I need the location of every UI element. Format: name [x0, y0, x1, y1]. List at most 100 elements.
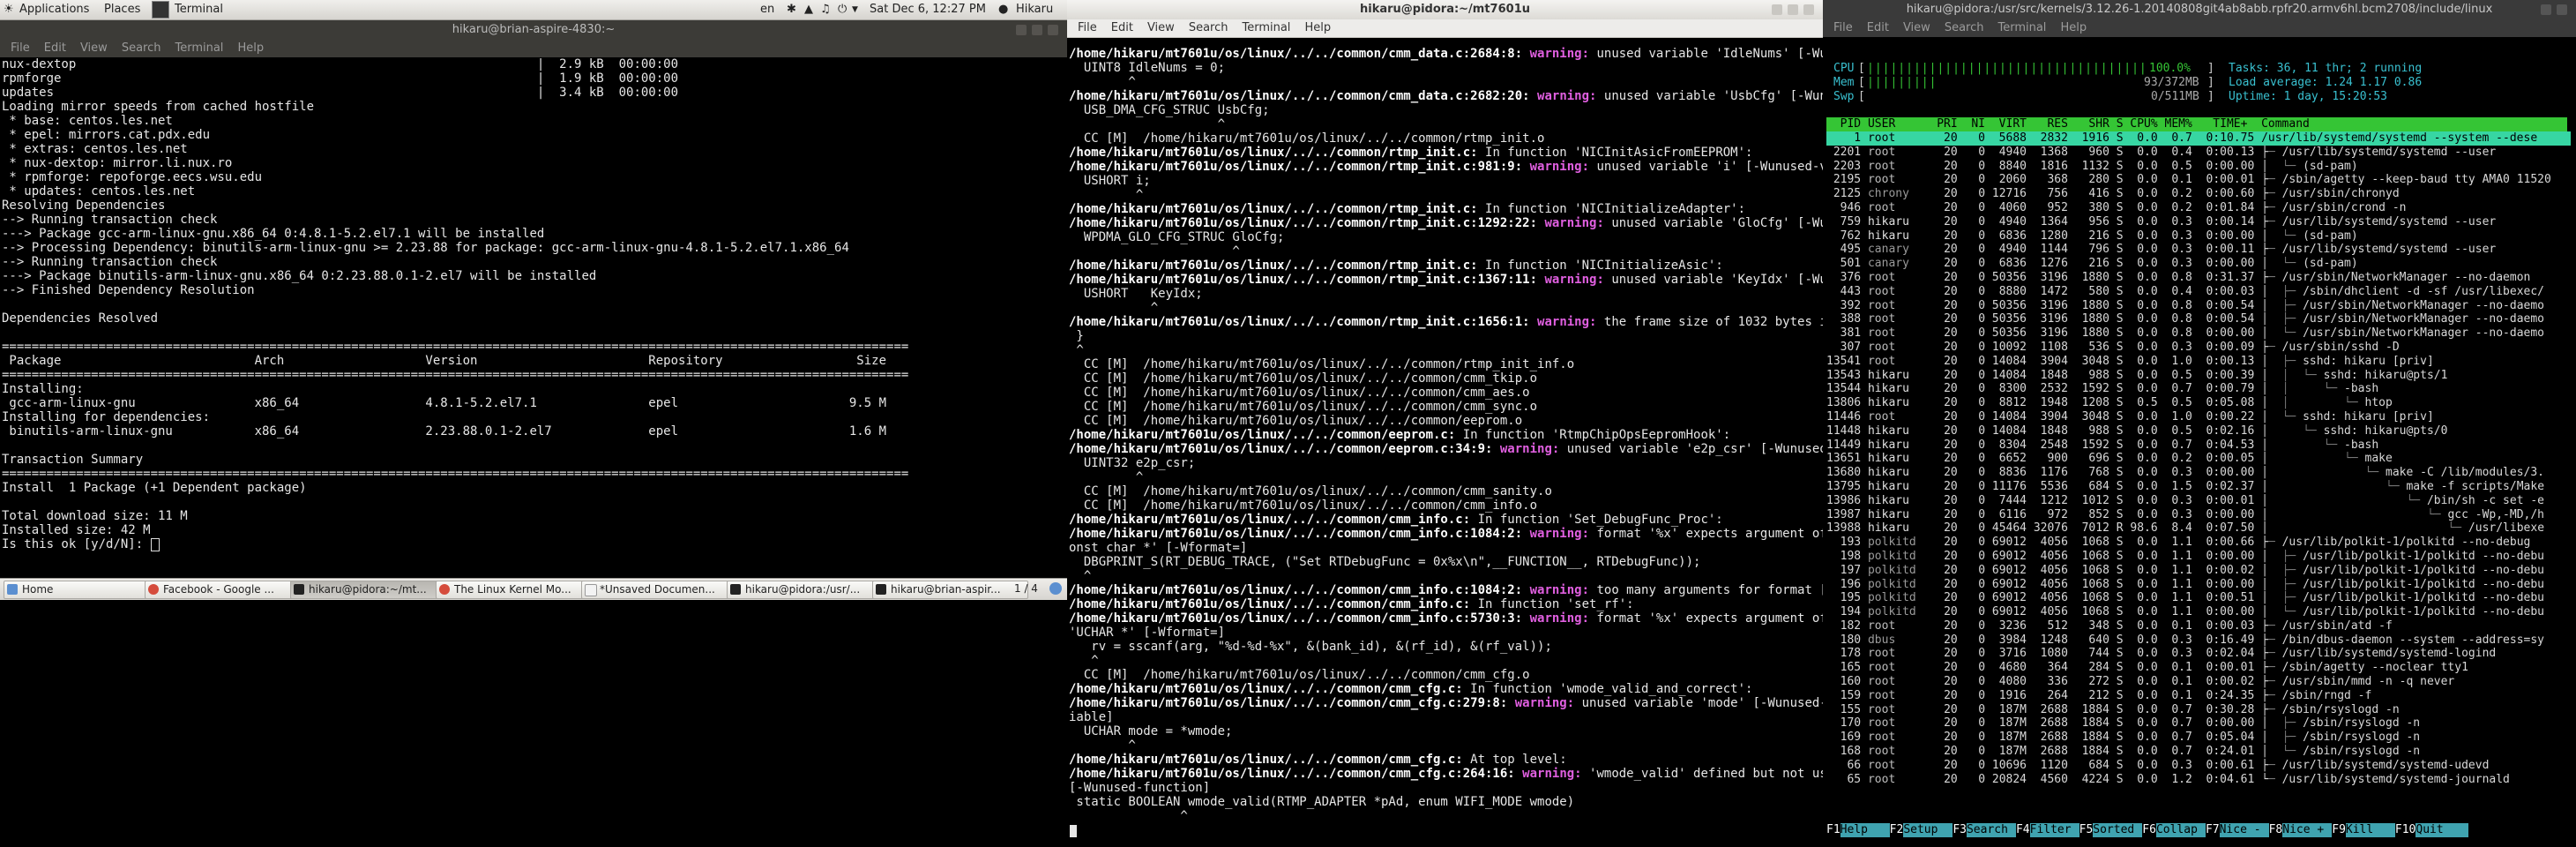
process-row[interactable]: 65 root 20 0 20824 4560 4224 S 0.0 1.2 0… [1826, 773, 2571, 787]
menu-view[interactable]: View [1903, 21, 1930, 34]
process-row[interactable]: 197 polkitd 20 0 69012 4056 1068 S 0.0 1… [1826, 564, 2571, 578]
process-row[interactable]: 195 polkitd 20 0 69012 4056 1068 S 0.0 1… [1826, 591, 2571, 605]
places-menu[interactable]: Places [104, 3, 140, 16]
fkey-f5[interactable]: F5 [2079, 823, 2094, 836]
bluetooth-icon[interactable]: ✱ [787, 3, 796, 16]
process-list[interactable]: 1 root 20 0 5688 2832 1916 S 0.0 0.7 0:1… [1826, 131, 2571, 786]
fkey-label[interactable]: Filter [2029, 823, 2079, 837]
taskbar-item-home[interactable]: Home [4, 581, 155, 599]
process-row[interactable]: 2195 root 20 0 2060 368 280 S 0.0 0.1 0:… [1826, 173, 2571, 187]
process-row[interactable]: 13543 hikaru 20 0 14084 1848 988 S 0.0 0… [1826, 369, 2571, 383]
taskbar-item-terminal-usr[interactable]: hikaru@pidora:/usr/... [727, 581, 883, 599]
terminal-launcher-icon[interactable] [152, 1, 169, 19]
fkey-label[interactable]: Nice - [2219, 823, 2269, 837]
process-row[interactable]: 182 root 20 0 3236 512 348 S 0.0 0.1 0:0… [1826, 619, 2571, 633]
left-window-titlebar[interactable]: hikaru@brian-aspire-4830:~ [0, 20, 1067, 40]
process-row[interactable]: 2203 root 20 0 8840 1816 1132 S 0.0 0.5 … [1826, 160, 2571, 174]
process-row[interactable]: 178 root 20 0 3716 1080 744 S 0.0 0.3 0:… [1826, 647, 2571, 661]
fkey-label[interactable]: Kill [2345, 823, 2395, 837]
menu-edit[interactable]: Edit [1111, 21, 1133, 34]
menu-search[interactable]: Search [122, 41, 161, 55]
menu-terminal[interactable]: Terminal [1997, 21, 2046, 34]
process-row[interactable]: 11446 root 20 0 14084 3904 3048 S 0.0 1.… [1826, 410, 2571, 424]
process-row[interactable]: 13795 hikaru 20 0 11176 5536 684 S 0.0 1… [1826, 480, 2571, 494]
process-row[interactable]: 501 canary 20 0 6836 1276 216 S 0.0 0.3 … [1826, 257, 2571, 271]
volume-icon[interactable]: ♫ [820, 3, 831, 16]
middle-window-titlebar[interactable]: hikaru@pidora:~/mt7601u [1067, 0, 1823, 19]
fkey-label[interactable]: Setup [1903, 823, 1953, 837]
process-row[interactable]: 194 polkitd 20 0 69012 4056 1068 S 0.0 1… [1826, 605, 2571, 619]
process-row[interactable]: 13544 hikaru 20 0 8300 2532 1592 S 0.0 0… [1826, 382, 2571, 396]
fkey-f3[interactable]: F3 [1953, 823, 1967, 836]
applications-menu[interactable]: Applications [19, 3, 89, 16]
close-button[interactable] [1048, 25, 1058, 35]
menu-terminal[interactable]: Terminal [1242, 21, 1290, 34]
menu-search[interactable]: Search [1945, 21, 1984, 34]
right-window-titlebar[interactable]: hikaru@pidora:/usr/src/kernels/3.12.26-1… [1823, 0, 2576, 19]
power-icon[interactable]: ⏻ [838, 3, 847, 16]
process-row[interactable]: 376 root 20 0 50356 3196 1880 S 0.0 0.8 … [1826, 271, 2571, 285]
wifi-icon[interactable]: ▲ [804, 3, 813, 16]
menu-search[interactable]: Search [1189, 21, 1228, 34]
process-row[interactable]: 2125 chrony 20 0 12716 756 416 S 0.0 0.2… [1826, 187, 2571, 201]
menu-file[interactable]: File [1833, 21, 1853, 34]
close-button[interactable] [2557, 4, 2567, 15]
process-row[interactable]: 13986 hikaru 20 0 7444 1212 1012 S 0.0 0… [1826, 494, 2571, 508]
process-row[interactable]: 66 root 20 0 10696 1120 684 S 0.0 0.3 0:… [1826, 759, 2571, 773]
taskbar-item-terminal-brian[interactable]: hikaru@brian-aspir... [872, 581, 1028, 599]
left-terminal-output[interactable]: nux-dextop | 2.9 kB 00:00:00 rpmforge | 1… [0, 57, 1067, 551]
process-row[interactable]: 13987 hikaru 20 0 6116 972 852 S 0.0 0.3… [1826, 508, 2571, 522]
fkey-f4[interactable]: F4 [2016, 823, 2030, 836]
process-row[interactable]: 160 root 20 0 4080 336 272 S 0.0 0.1 0:0… [1826, 675, 2571, 689]
user-icon[interactable]: ● [998, 3, 1008, 16]
menu-help[interactable]: Help [237, 41, 264, 55]
process-row[interactable]: 946 root 20 0 4060 952 380 S 0.0 0.2 0:0… [1826, 201, 2571, 215]
process-row[interactable]: 13680 hikaru 20 0 8836 1176 768 S 0.0 0.… [1826, 466, 2571, 480]
maximize-button[interactable] [1788, 4, 1798, 15]
menu-terminal[interactable]: Terminal [175, 41, 223, 55]
process-row[interactable]: 443 root 20 0 8880 1472 580 S 0.0 0.4 0:… [1826, 285, 2571, 299]
fkey-f9[interactable]: F9 [2332, 823, 2346, 836]
menu-view[interactable]: View [80, 41, 108, 55]
fkey-f10[interactable]: F10 [2395, 823, 2415, 836]
process-row[interactable]: 13988 hikaru 20 0 45464 32076 7012 R 98.… [1826, 521, 2571, 536]
process-row[interactable]: 159 root 20 0 1916 264 212 S 0.0 0.1 0:2… [1826, 689, 2571, 703]
menu-file[interactable]: File [11, 41, 30, 55]
clock[interactable]: Sat Dec 6, 12:27 PM [870, 3, 986, 16]
process-row[interactable]: 193 polkitd 20 0 69012 4056 1068 S 0.0 1… [1826, 536, 2571, 550]
fkey-f2[interactable]: F2 [1890, 823, 1904, 836]
menu-help[interactable]: Help [1304, 21, 1331, 34]
fkey-f8[interactable]: F8 [2269, 823, 2283, 836]
applications-icon[interactable]: ☀ [4, 3, 14, 16]
process-row[interactable]: 11448 hikaru 20 0 14084 1848 988 S 0.0 0… [1826, 424, 2571, 438]
process-table-header[interactable]: PID USER PRI NI VIRT RES SHR S CPU% MEM%… [1826, 117, 2567, 131]
process-row[interactable]: 762 hikaru 20 0 6836 1280 216 S 0.0 0.3 … [1826, 229, 2571, 244]
language-indicator[interactable]: en [760, 3, 774, 16]
process-row[interactable]: 180 dbus 20 0 3984 1248 640 S 0.0 0.3 0:… [1826, 633, 2571, 648]
fkey-label[interactable]: Collap [2155, 823, 2206, 837]
process-row[interactable]: 13651 hikaru 20 0 6652 900 696 S 0.0 0.2… [1826, 452, 2571, 466]
close-button[interactable] [1803, 4, 1814, 15]
fkey-label[interactable]: Search [1966, 823, 2016, 837]
menu-help[interactable]: Help [2060, 21, 2087, 34]
taskbar-item-chrome-kernel[interactable]: The Linux Kernel Mo... [436, 581, 592, 599]
fkey-label[interactable]: Quit [2415, 823, 2469, 837]
process-row[interactable]: 169 root 20 0 187M 2688 1884 S 0.0 0.7 0… [1826, 731, 2571, 745]
process-row[interactable]: 11449 hikaru 20 0 8304 2548 1592 S 0.0 0… [1826, 438, 2571, 453]
process-row[interactable]: 198 polkitd 20 0 69012 4056 1068 S 0.0 1… [1826, 550, 2571, 564]
workspace-pager[interactable]: 1 / 4 [1014, 582, 1038, 595]
minimize-button[interactable] [1772, 4, 1782, 15]
user-menu[interactable]: Hikaru [1016, 3, 1053, 16]
process-row[interactable]: 388 root 20 0 50356 3196 1880 S 0.0 0.8 … [1826, 312, 2571, 326]
taskbar-item-chrome-facebook[interactable]: Facebook - Google ... [145, 581, 301, 599]
menu-view[interactable]: View [1147, 21, 1175, 34]
fkey-f7[interactable]: F7 [2206, 823, 2220, 836]
chevron-down-icon[interactable]: ▼ [852, 5, 858, 14]
workspace-icon[interactable] [1049, 582, 1062, 595]
terminal-menu[interactable]: Terminal [175, 3, 223, 16]
fkey-f6[interactable]: F6 [2142, 823, 2156, 836]
process-row[interactable]: 170 root 20 0 187M 2688 1884 S 0.0 0.7 0… [1826, 716, 2571, 731]
maximize-button[interactable] [1032, 25, 1042, 35]
fkey-label[interactable]: Help [1840, 823, 1890, 837]
process-row[interactable]: 381 root 20 0 50356 3196 1880 S 0.0 0.8 … [1826, 326, 2571, 341]
